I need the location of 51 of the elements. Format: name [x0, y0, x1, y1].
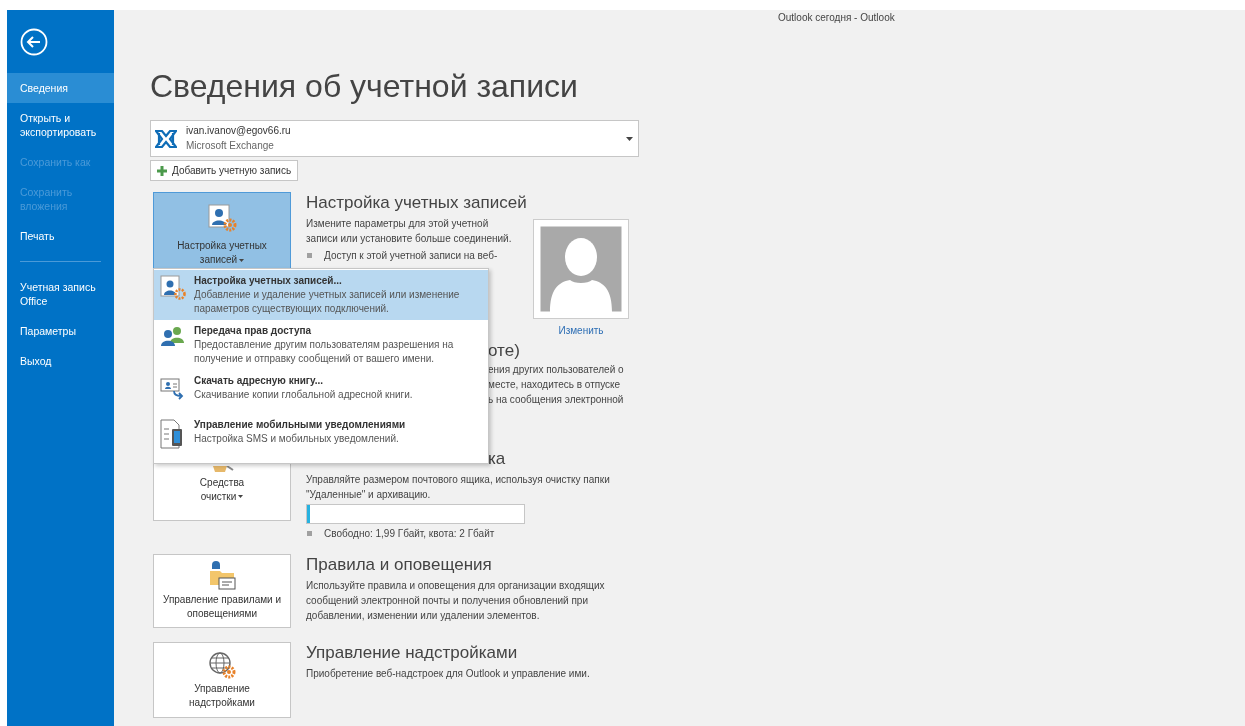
plus-icon: [157, 165, 167, 176]
menu-item-title: Управление мобильными уведомлениями: [194, 418, 407, 432]
bullet-icon: [307, 253, 312, 258]
sidebar-item[interactable]: Сведения: [7, 73, 114, 103]
globe-gear-icon: [207, 650, 237, 680]
sidebar-item[interactable]: Учетная запись Office: [7, 272, 114, 316]
bullet-icon: [307, 531, 312, 536]
back-icon[interactable]: [20, 27, 48, 56]
bullet-text: Свободно: 1,99 Гбайт, квота: 2 Гбайт: [324, 527, 495, 541]
account-settings-icon: [207, 203, 237, 233]
menu-item-description: Скачивание копии глобальной адресной книги.: [194, 388, 414, 402]
description-text: Приобретение веб-надстроек для Outlook и управление ими.: [306, 667, 591, 681]
sidebar-item[interactable]: Открыть и экспортировать: [7, 103, 114, 147]
section-heading: Управление надстройками: [306, 642, 518, 664]
description-text: Управляйте размером почтового ящика, используя очистку папки "Удаленные" и архивацию.: [306, 473, 611, 502]
menu-item-title: Передача прав доступа: [194, 324, 313, 338]
people-icon: [160, 325, 186, 347]
account-selector[interactable]: ivan.ivanov@egov66.ru Microsoft Exchange: [150, 120, 639, 157]
menu-item[interactable]: Передача прав доступа Предоставление другим пользователям разрешения на получение и отправку сообщений от вашего имени.: [154, 320, 488, 370]
description-text: ь на сообщения электронной: [488, 393, 624, 407]
menu-item-description: Настройка SMS и мобильных уведомлений.: [194, 432, 400, 446]
section-heading: оте): [488, 340, 521, 362]
addins-button[interactable]: Управление надстройками: [153, 642, 291, 718]
page-title: Сведения об учетной записи: [150, 67, 579, 106]
section-heading: Настройка учетных записей: [306, 192, 527, 214]
sidebar-item[interactable]: Выход: [7, 346, 114, 376]
account-type: Microsoft Exchange: [186, 139, 275, 153]
rules-button[interactable]: Управление правилами и оповещениями: [153, 554, 291, 628]
section-heading: Правила и оповещения: [306, 554, 492, 576]
sidebar-item[interactable]: Печать: [7, 221, 114, 251]
window-title: Outlook сегодня - Outlook: [777, 11, 896, 25]
menu-item-description: Предоставление другим пользователям разрешения на получение и отправку сообщений от вашего имени.: [194, 338, 455, 366]
description-text: Используйте правила и оповещения для организации входящих сообщений электронной почты и получения обновлений при добавлении, изменении или удалении элементов.: [306, 579, 606, 623]
change-photo-link[interactable]: Изменить: [558, 323, 604, 338]
menu-item[interactable]: Настройка учетных записей... Добавление и удаление учетных записей или изменение параметров существующих подключений.: [154, 270, 488, 320]
dropdown-caret-icon: [626, 136, 633, 141]
description-text: Измените параметры для этой учетной записи или установите больше соединений.: [306, 217, 513, 246]
menu-item[interactable]: Скачать адресную книгу... Скачивание копии глобальной адресной книги.: [154, 370, 488, 406]
section-heading: ка: [487, 448, 506, 470]
exchange-logo-icon: [155, 128, 177, 149]
account-settings-icon: [160, 275, 186, 301]
account-email: ivan.ivanov@egov66.ru: [186, 124, 291, 137]
address-book-download-icon: [160, 375, 186, 401]
caret-icon: [239, 258, 245, 262]
menu-item-title: Скачать адресную книгу...: [194, 374, 325, 388]
description-text: ения других пользователей о: [488, 363, 624, 377]
description-text: месте, находитесь в отпуске: [488, 378, 622, 392]
caret-icon: [238, 495, 244, 499]
add-account-button[interactable]: Добавить учетную запись: [150, 160, 299, 181]
sidebar-item[interactable]: Параметры: [7, 316, 114, 346]
bullet-text: Доступ к этой учетной записи на веб-: [324, 249, 498, 263]
